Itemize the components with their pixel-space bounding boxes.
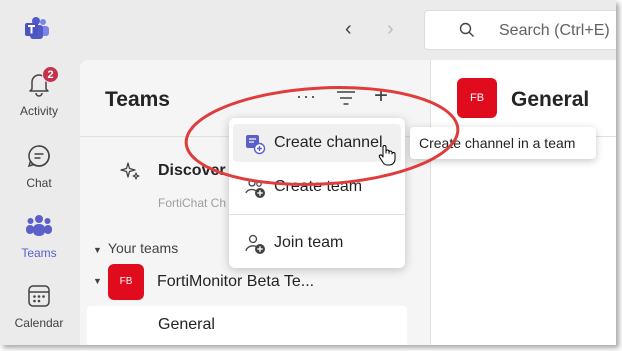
- team-row[interactable]: ▼ FB FortiMonitor Beta Te...: [93, 264, 413, 300]
- search-icon: [459, 22, 474, 37]
- team-avatar: FB: [108, 264, 144, 300]
- title-bar: ‹ › Search (Ctrl+E): [0, 0, 616, 60]
- faded-list-text: FortiChat Ch: [158, 196, 227, 210]
- panel-title: Teams: [105, 88, 170, 111]
- rail-label-activity: Activity: [19, 104, 58, 118]
- rail-item-activity[interactable]: 2 Activity: [0, 60, 78, 126]
- your-teams-label: Your teams: [107, 240, 179, 256]
- join-team-icon: [245, 234, 265, 254]
- sparkle-icon: [120, 162, 140, 180]
- rail-item-chat[interactable]: Chat: [0, 132, 78, 198]
- chevron-down-icon: ▼: [93, 245, 102, 255]
- app-window: ‹ › Search (Ctrl+E) 2 Activity Chat Team…: [0, 0, 616, 345]
- team-name: FortiMonitor Beta Te...: [157, 273, 315, 290]
- rail-label-chat: Chat: [26, 176, 52, 190]
- search-input[interactable]: Search (Ctrl+E): [424, 10, 616, 50]
- chat-icon: [27, 145, 50, 168]
- rail-item-calendar[interactable]: Calendar: [0, 272, 78, 338]
- forward-arrow-icon[interactable]: ›: [387, 18, 394, 41]
- app-rail: 2 Activity Chat Teams Calendar: [0, 60, 78, 345]
- calendar-icon: [28, 285, 50, 307]
- channel-row-general[interactable]: General: [87, 306, 407, 345]
- rail-item-teams[interactable]: Teams: [0, 202, 78, 268]
- chevron-down-icon: ▼: [93, 276, 102, 286]
- highlight-ellipse-annotation: [184, 86, 460, 186]
- back-arrow-icon[interactable]: ‹: [345, 18, 352, 41]
- activity-badge: 2: [42, 66, 59, 83]
- rail-label-calendar: Calendar: [14, 316, 64, 330]
- hand-cursor-icon: [378, 145, 396, 166]
- menu-label-join-team: Join team: [274, 234, 344, 251]
- search-placeholder: Search (Ctrl+E): [499, 22, 610, 39]
- menu-item-join-team[interactable]: Join team: [233, 224, 401, 262]
- channel-name: General: [158, 316, 215, 333]
- channel-title: General: [511, 88, 590, 111]
- rail-label-teams: Teams: [21, 246, 57, 260]
- menu-separator: [229, 214, 405, 215]
- teams-logo-icon: [25, 17, 49, 39]
- your-teams-header[interactable]: ▼ Your teams: [93, 240, 178, 256]
- teams-icon: [26, 215, 52, 236]
